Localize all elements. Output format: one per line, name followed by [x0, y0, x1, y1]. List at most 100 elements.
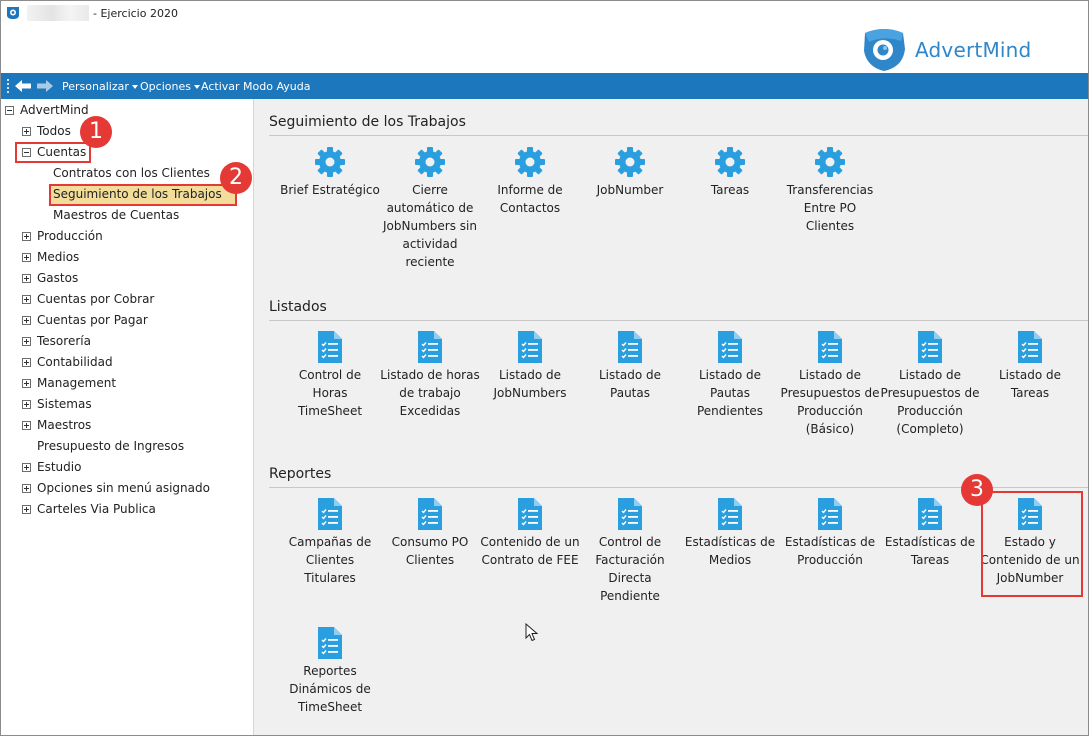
tile-estadisticas-de-medios[interactable]: Estadísticas de Medios: [680, 497, 780, 569]
tile-label: JobNumber: [596, 183, 664, 197]
expand-icon[interactable]: [22, 274, 31, 283]
tree-item-label: Todos: [37, 124, 71, 138]
document-list-icon: [518, 498, 542, 530]
tree-item-label: Cuentas por Pagar: [37, 313, 148, 327]
tree-item-cuentas-por-pagar[interactable]: Cuentas por Pagar: [22, 310, 148, 330]
tree-item-label: Gastos: [37, 271, 79, 285]
tile-listado-de-presupuestos-de-produccion-basico[interactable]: Listado de Presupuestos de Producción (B…: [780, 330, 880, 438]
step-badge-1: 1: [80, 116, 112, 148]
expand-icon[interactable]: [22, 400, 31, 409]
tile-label: Tareas: [710, 183, 750, 197]
forward-arrow-icon[interactable]: [37, 80, 53, 92]
navigation-tree: AdvertMind Todos Cuentas Contratos con l…: [1, 99, 254, 735]
expand-icon[interactable]: [22, 463, 31, 472]
tree-item-sistemas[interactable]: Sistemas: [22, 394, 92, 414]
tree-item-medios[interactable]: Medios: [22, 247, 79, 267]
document-list-icon: [918, 498, 942, 530]
tile-label: Listado de Pautas Pendientes: [696, 368, 764, 418]
expand-icon[interactable]: [22, 316, 31, 325]
tree-item-opciones-sin-menu-asignado[interactable]: Opciones sin menú asignado: [22, 478, 210, 498]
tree-item-tesoreria[interactable]: Tesorería: [22, 331, 91, 351]
tree-item-label: Carteles Via Publica: [37, 502, 156, 516]
document-list-icon: [718, 331, 742, 363]
tree-item-cuentas-por-cobrar[interactable]: Cuentas por Cobrar: [22, 289, 154, 309]
tile-listado-de-pautas-pendientes[interactable]: Listado de Pautas Pendientes: [680, 330, 780, 420]
expand-icon[interactable]: [22, 421, 31, 430]
tile-estadisticas-de-tareas[interactable]: Estadísticas de Tareas: [880, 497, 980, 569]
tile-listado-de-horas-de-trabajo-excedidas[interactable]: Listado de horas de trabajo Excedidas: [380, 330, 480, 420]
tile-label: Cierre automático de JobNumbers sin acti…: [383, 183, 477, 269]
tile-label: Reportes Dinámicos de TimeSheet: [289, 664, 371, 714]
expand-icon[interactable]: [22, 295, 31, 304]
tile-listado-de-pautas[interactable]: Listado de Pautas: [580, 330, 680, 402]
redacted-company-name: [27, 5, 89, 21]
activar-modo-ayuda-button[interactable]: Activar Modo Ayuda: [201, 80, 310, 93]
collapse-icon[interactable]: [5, 106, 14, 115]
gear-icon: [515, 147, 545, 177]
document-list-icon: [318, 498, 342, 530]
tile-listado-de-tareas[interactable]: Listado de Tareas: [980, 330, 1080, 402]
expand-icon[interactable]: [22, 253, 31, 262]
tile-label: Control de Horas TimeSheet: [297, 368, 363, 418]
tree-item-estudio[interactable]: Estudio: [22, 457, 81, 477]
tile-cierre-automatico-de-jobnumbers-sin-actividad-reciente[interactable]: Cierre automático de JobNumbers sin acti…: [380, 145, 480, 271]
expand-icon[interactable]: [22, 505, 31, 514]
tree-root-label: AdvertMind: [20, 103, 89, 117]
back-arrow-icon[interactable]: [15, 80, 31, 92]
tree-root[interactable]: AdvertMind: [5, 100, 89, 120]
personalizar-label: Personalizar: [62, 80, 129, 93]
tree-item-presupuesto-de-ingresos[interactable]: Presupuesto de Ingresos: [22, 436, 184, 456]
tree-item-label: Producción: [37, 229, 103, 243]
opciones-menu[interactable]: Opciones: [140, 80, 200, 93]
tile-campanas-de-clientes-titulares[interactable]: Campañas de Clientes Titulares: [280, 497, 380, 587]
expand-icon[interactable]: [22, 358, 31, 367]
tree-item-maestros[interactable]: Maestros: [22, 415, 91, 435]
personalizar-menu[interactable]: Personalizar: [62, 80, 138, 93]
tile-listado-de-presupuestos-de-produccion-completo[interactable]: Listado de Presupuestos de Producción (C…: [880, 330, 980, 438]
window-title: - Ejercicio 2020: [93, 7, 178, 20]
tree-item-todos[interactable]: Todos: [22, 121, 71, 141]
tile-control-de-facturacion-directa-pendiente[interactable]: Control de Facturación Directa Pendiente: [580, 497, 680, 605]
mouse-cursor-icon: [525, 623, 539, 642]
document-list-icon: [518, 331, 542, 363]
expand-icon[interactable]: [22, 484, 31, 493]
tile-label: Transferencias Entre PO Clientes: [786, 183, 874, 233]
tile-tareas[interactable]: Tareas: [680, 145, 780, 199]
tile-label: Informe de Contactos: [497, 183, 563, 215]
tree-item-carteles-via-publica[interactable]: Carteles Via Publica: [22, 499, 156, 519]
tile-label: Listado de Presupuestos de Producción (C…: [880, 368, 980, 436]
tree-item-contabilidad[interactable]: Contabilidad: [22, 352, 113, 372]
tree-item-management[interactable]: Management: [22, 373, 116, 393]
tree-item-label: Maestros: [37, 418, 92, 432]
tile-consumo-po-clientes[interactable]: Consumo PO Clientes: [380, 497, 480, 569]
gear-icon: [315, 147, 345, 177]
expand-icon[interactable]: [22, 127, 31, 136]
tree-item-contratos[interactable]: Contratos con los Clientes: [53, 163, 210, 183]
tree-item-label: Contabilidad: [37, 355, 113, 369]
tree-item-gastos[interactable]: Gastos: [22, 268, 78, 288]
expand-icon[interactable]: [22, 337, 31, 346]
section-divider: [269, 320, 1088, 321]
expand-icon[interactable]: [22, 379, 31, 388]
tile-label: Estadísticas de Tareas: [884, 535, 976, 567]
tile-reportes-dinamicos-de-timesheet[interactable]: Reportes Dinámicos de TimeSheet: [280, 626, 380, 716]
tree-item-maestros-cuentas[interactable]: Maestros de Cuentas: [53, 205, 179, 225]
tile-transferencias-entre-po-clientes[interactable]: Transferencias Entre PO Clientes: [780, 145, 880, 235]
tile-label: Campañas de Clientes Titulares: [288, 535, 372, 585]
tile-contenido-de-un-contrato-de-fee[interactable]: Contenido de un Contrato de FEE: [480, 497, 580, 569]
tree-item-produccion[interactable]: Producción: [22, 226, 103, 246]
gear-icon: [715, 147, 745, 177]
tile-estadisticas-de-produccion[interactable]: Estadísticas de Producción: [780, 497, 880, 569]
tree-item-label: Cuentas por Cobrar: [37, 292, 155, 306]
document-list-icon: [918, 331, 942, 363]
tile-listado-de-jobnumbers[interactable]: Listado de JobNumbers: [480, 330, 580, 402]
main-toolbar: Personalizar Opciones Activar Modo Ayuda: [1, 73, 1088, 99]
tile-control-de-horas-timesheet[interactable]: Control de Horas TimeSheet: [280, 330, 380, 420]
tile-brief-estrategico[interactable]: Brief Estratégico: [280, 145, 380, 199]
expand-icon[interactable]: [22, 232, 31, 241]
toolbar-grip[interactable]: [7, 79, 9, 93]
tile-jobnumber[interactable]: JobNumber: [580, 145, 680, 199]
tile-label: Listado de horas de trabajo Excedidas: [380, 368, 480, 418]
chevron-down-icon: [131, 85, 138, 89]
tile-informe-de-contactos[interactable]: Informe de Contactos: [480, 145, 580, 217]
